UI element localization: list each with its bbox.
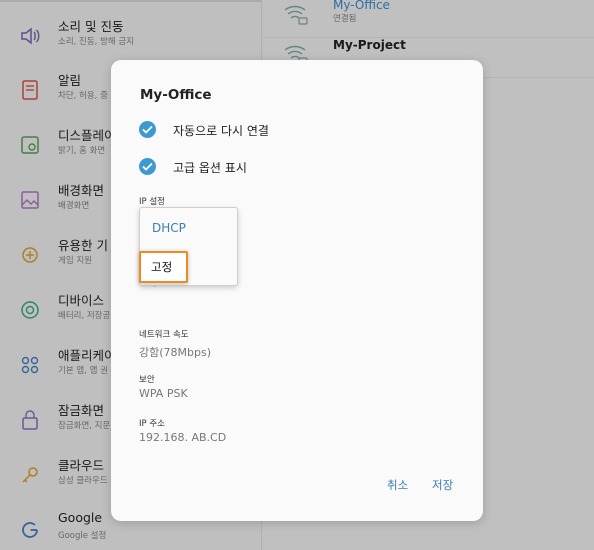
checkbox-label: 자동으로 다시 연결: [173, 124, 269, 138]
network-speed-label: 네트워크 속도: [139, 330, 189, 340]
ip-settings-label: IP 설정: [139, 197, 165, 207]
checkbox-checked-icon: [139, 158, 156, 175]
ip-address-value: 192.168. AB.CD: [139, 431, 227, 444]
dropdown-option-label: 고정: [151, 260, 173, 274]
dropdown-option-static[interactable]: 고정: [139, 251, 188, 283]
security-value: WPA PSK: [139, 387, 188, 400]
wifi-network-dialog: My-Office 자동으로 다시 연결 고급 옵션 표시 IP 설정 설정 안…: [111, 60, 483, 521]
network-speed-value: 강함(78Mbps): [139, 346, 212, 359]
auto-reconnect-checkbox[interactable]: 자동으로 다시 연결: [139, 120, 439, 140]
dropdown-option-dhcp[interactable]: DHCP: [152, 221, 186, 235]
checkbox-checked-icon: [139, 121, 156, 138]
cancel-button[interactable]: 취소: [387, 477, 408, 493]
dialog-title: My-Office: [140, 87, 212, 103]
security-label: 보안: [139, 375, 155, 385]
advanced-options-checkbox[interactable]: 고급 옵션 표시: [139, 157, 439, 177]
checkbox-label: 고급 옵션 표시: [173, 161, 247, 175]
save-button[interactable]: 저장: [432, 477, 453, 493]
ip-address-label: IP 주소: [139, 419, 165, 429]
